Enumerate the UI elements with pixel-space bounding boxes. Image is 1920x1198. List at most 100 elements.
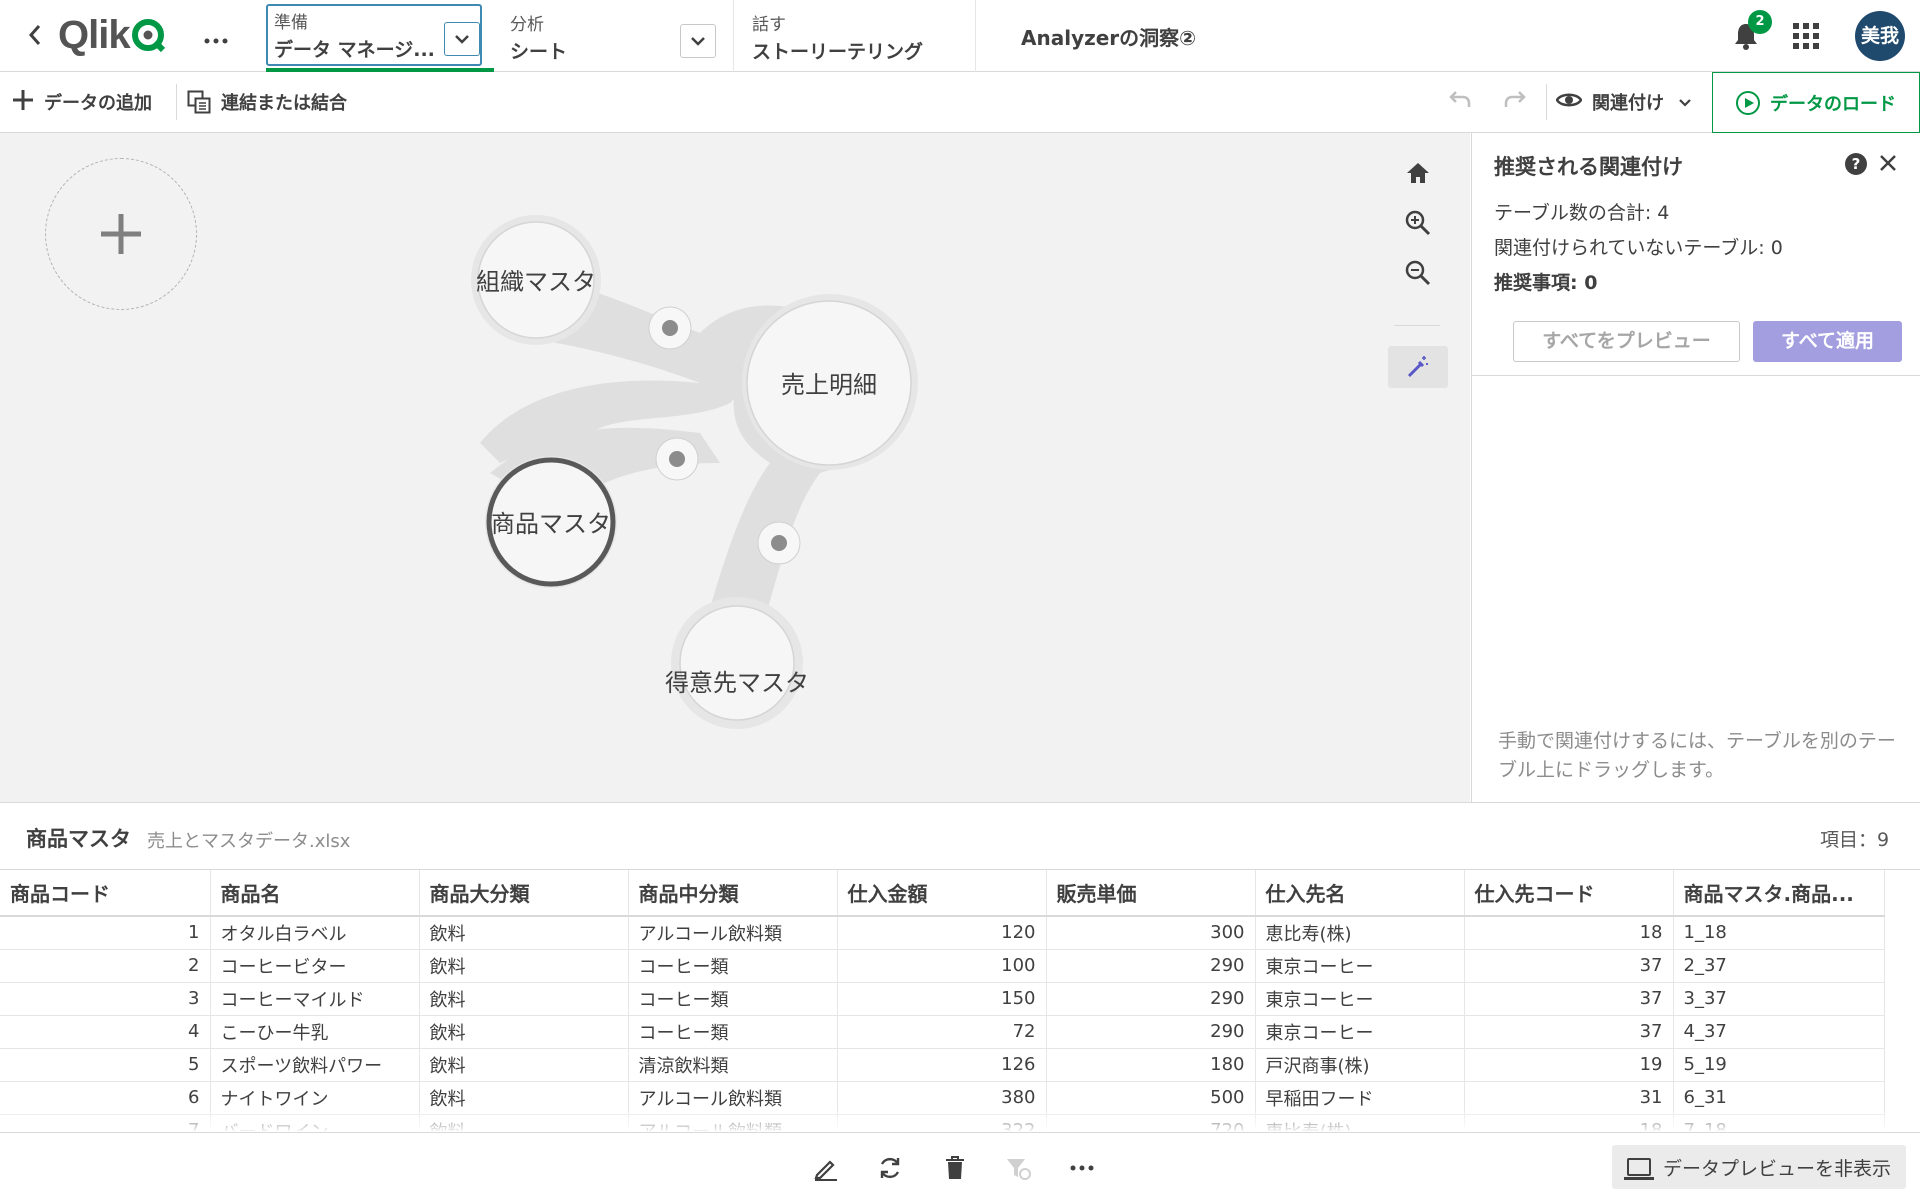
table-cell[interactable]: 380 [837,1081,1047,1115]
table-cell[interactable]: コーヒー類 [628,982,838,1016]
table-cell[interactable]: 恵比寿(株) [1255,916,1465,950]
column-header[interactable]: 商品大分類 [419,870,629,917]
table-cell[interactable]: 飲料 [419,982,629,1016]
table-cell[interactable]: 72 [837,1015,1047,1049]
table-cell[interactable]: アルコール飲料類 [628,1081,838,1115]
table-cell[interactable]: 4_37 [1673,1015,1885,1049]
table-cell[interactable]: 37 [1464,982,1674,1016]
chevron-down-icon[interactable] [444,22,480,56]
table-cell[interactable]: 5 [0,1048,211,1082]
magic-wand-icon[interactable] [1388,346,1448,388]
back-icon[interactable] [24,20,50,52]
table-cell[interactable]: 150 [837,982,1047,1016]
table-cell[interactable]: 290 [1046,949,1256,983]
zoom-out-icon[interactable] [1388,253,1448,293]
table-cell[interactable]: アルコール飲料類 [628,916,838,950]
table-cell[interactable]: コーヒービター [210,949,420,983]
table-cell[interactable]: スポーツ飲料パワー [210,1048,420,1082]
column-header[interactable]: 仕入先名 [1255,870,1465,917]
table-cell[interactable]: 飲料 [419,916,629,950]
table-cell[interactable]: 31 [1464,1081,1674,1115]
tab-analysis[interactable]: 分析 シート [498,0,734,72]
table-cell[interactable]: 5_19 [1673,1048,1885,1082]
table-cell[interactable]: 18 [1464,916,1674,950]
table-cell[interactable]: 2 [0,949,211,983]
link-dot[interactable] [648,306,692,350]
link-dot[interactable] [655,437,699,481]
associations-canvas[interactable]: 組織マスタ 売上明細 商品マスタ 得意先マスタ [0,133,1470,802]
node-label-organization[interactable]: 組織マスタ [476,262,596,297]
table-cell[interactable]: 東京コーヒー [1255,1015,1465,1049]
table-cell[interactable]: コーヒーマイルド [210,982,420,1016]
column-header[interactable]: 販売単価 [1046,870,1256,917]
preview-table-container[interactable]: 商品コード 商品名 商品大分類 商品中分類 仕入金額 販売単価 仕入先名 仕入先… [0,869,1920,1131]
link-dot[interactable] [757,521,801,565]
table-cell[interactable]: 3 [0,982,211,1016]
table-cell[interactable]: 290 [1046,1015,1256,1049]
table-cell[interactable]: オタル白ラベル [210,916,420,950]
table-cell[interactable]: 37 [1464,949,1674,983]
add-data-button[interactable]: データの追加 [12,72,152,132]
table-cell[interactable]: 飲料 [419,1048,629,1082]
node-label-sales[interactable]: 売上明細 [769,365,889,400]
user-avatar[interactable]: 美我 [1855,11,1905,61]
table-cell[interactable]: コーヒー類 [628,949,838,983]
tab-prepare[interactable]: 準備 データ マネージ... [266,0,494,72]
column-header[interactable]: 商品中分類 [628,870,838,917]
help-icon[interactable]: ? [1845,153,1867,175]
table-cell[interactable]: 戸沢商事(株) [1255,1048,1465,1082]
table-cell[interactable]: 東京コーヒー [1255,982,1465,1016]
table-cell[interactable]: 126 [837,1048,1047,1082]
associations-dropdown[interactable]: 関連付け [1555,72,1692,132]
table-cell[interactable]: 290 [1046,982,1256,1016]
qlik-logo[interactable]: Qlik [58,13,169,57]
table-cell[interactable]: 飲料 [419,1081,629,1115]
table-cell[interactable]: 飲料 [419,949,629,983]
table-cell[interactable]: 飲料 [419,1015,629,1049]
filter-icon[interactable] [1003,1153,1033,1183]
table-cell[interactable]: 100 [837,949,1047,983]
more-options-icon[interactable] [204,22,228,52]
chevron-down-icon[interactable] [680,24,716,58]
table-cell[interactable]: 500 [1046,1081,1256,1115]
concatenate-join-button[interactable]: 連結または結合 [187,72,347,132]
table-cell[interactable]: 1 [0,916,211,950]
table-cell[interactable]: 6_31 [1673,1081,1885,1115]
column-header[interactable]: 商品コード [0,870,211,917]
table-cell[interactable]: 東京コーヒー [1255,949,1465,983]
table-cell[interactable]: 120 [837,916,1047,950]
apps-grid-icon[interactable] [1793,23,1819,49]
column-header[interactable]: 商品マスタ.商品... [1673,870,1885,917]
table-cell[interactable]: 4 [0,1015,211,1049]
more-actions-icon[interactable] [1067,1153,1097,1183]
table-cell[interactable]: こーひー牛乳 [210,1015,420,1049]
home-icon[interactable] [1388,153,1448,193]
node-label-product[interactable]: 商品マスタ [489,504,613,539]
table-cell[interactable]: 2_37 [1673,949,1885,983]
node-label-customer[interactable]: 得意先マスタ [662,663,812,698]
table-cell[interactable]: 3_37 [1673,982,1885,1016]
preview-all-button[interactable]: すべてをプレビュー [1513,321,1740,362]
table-cell[interactable]: 6 [0,1081,211,1115]
table-cell[interactable]: ナイトワイン [210,1081,420,1115]
undo-icon[interactable] [1448,88,1472,116]
table-cell[interactable]: 清涼飲料類 [628,1048,838,1082]
tab-storytelling[interactable]: 話す ストーリーテリング [740,0,976,72]
zoom-in-icon[interactable] [1388,203,1448,243]
column-header[interactable]: 仕入金額 [837,870,1047,917]
load-data-button[interactable]: データのロード [1712,72,1920,133]
close-icon[interactable] [1879,146,1897,179]
table-cell[interactable]: 1_18 [1673,916,1885,950]
table-cell[interactable]: 19 [1464,1048,1674,1082]
table-cell[interactable]: 37 [1464,1015,1674,1049]
edit-pencil-icon[interactable] [811,1153,841,1183]
apply-all-button[interactable]: すべて適用 [1753,321,1902,362]
redo-icon[interactable] [1503,88,1527,116]
table-cell[interactable]: 180 [1046,1048,1256,1082]
column-header[interactable]: 商品名 [210,870,420,917]
delete-trash-icon[interactable] [940,1153,970,1183]
column-header[interactable]: 仕入先コード [1464,870,1674,917]
table-cell[interactable]: 早稲田フード [1255,1081,1465,1115]
table-cell[interactable]: コーヒー類 [628,1015,838,1049]
refresh-icon[interactable] [875,1153,905,1183]
